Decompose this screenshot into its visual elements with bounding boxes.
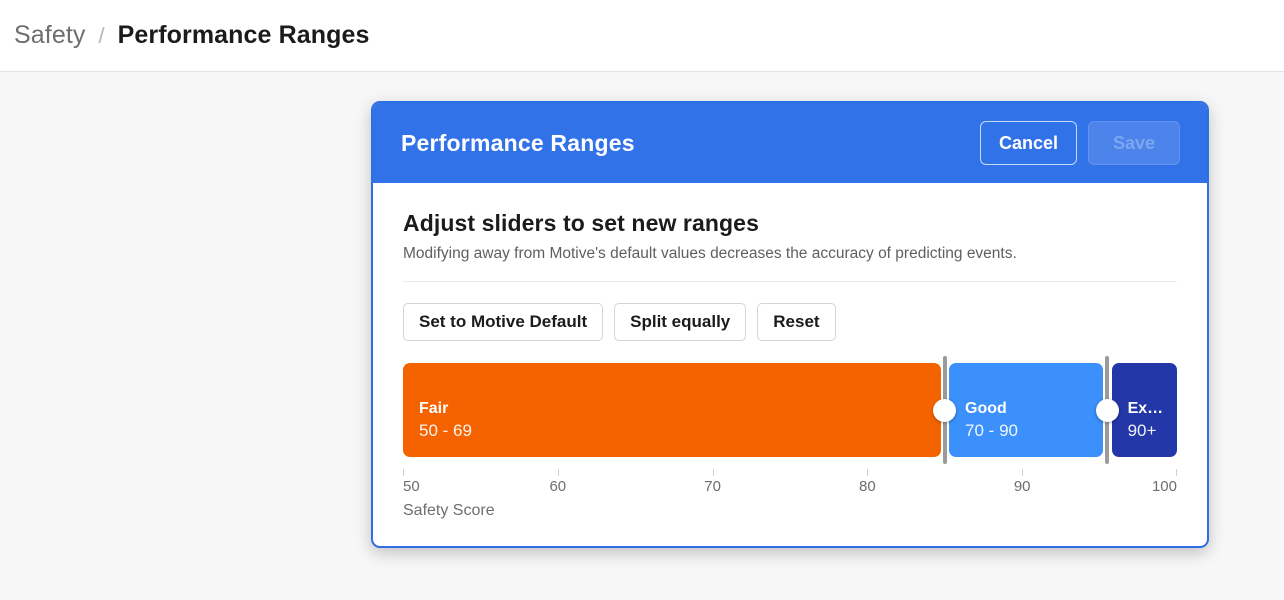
modal-header: Performance Ranges Cancel Save [373,103,1207,183]
reset-button[interactable]: Reset [757,303,835,341]
slider-axis: 50 60 70 80 90 100 [403,469,1177,497]
slider-handle-knob[interactable] [1096,399,1119,422]
axis-tick-label: 70 [704,478,721,495]
divider [403,281,1177,282]
segment-range: 50 - 69 [419,421,941,441]
section-subtext: Modifying away from Motive's default val… [403,245,1177,263]
slider-track: Fair 50 - 69 Good 70 - 90 Exc... 90+ [403,363,1177,457]
page-content: Performance Ranges Cancel Save Adjust sl… [0,72,1284,600]
cancel-button[interactable]: Cancel [980,121,1077,165]
axis-tick-label: 60 [549,478,566,495]
range-segment[interactable]: Fair 50 - 69 [403,363,941,457]
save-button: Save [1088,121,1180,165]
axis-tick-mark [1176,469,1177,476]
segment-range: 90+ [1128,421,1177,441]
range-segment[interactable]: Exc... 90+ [1112,363,1177,457]
breadcrumb-bar: Safety / Performance Ranges [0,0,1284,72]
range-slider[interactable]: Fair 50 - 69 Good 70 - 90 Exc... 90+ [403,363,1177,463]
axis-tick: 80 [867,469,868,476]
modal-title: Performance Ranges [401,130,969,157]
modal-body: Adjust sliders to set new ranges Modifyi… [373,183,1207,546]
axis-tick-mark [558,469,559,476]
axis-tick-mark [1022,469,1023,476]
axis-tick-label: 80 [859,478,876,495]
section-heading: Adjust sliders to set new ranges [403,210,1177,237]
axis-tick: 100 [1176,469,1177,476]
axis-tick: 70 [713,469,714,476]
axis-title: Safety Score [403,502,1177,520]
slider-handle[interactable] [1105,356,1109,464]
axis-tick-label: 50 [403,478,420,495]
segment-label: Good [965,400,1103,418]
segment-label: Fair [419,400,941,418]
breadcrumb: Safety / Performance Ranges [14,21,370,50]
split-equally-button[interactable]: Split equally [614,303,746,341]
preset-button-row: Set to Motive Default Split equally Rese… [403,303,1177,341]
set-to-motive-default-button[interactable]: Set to Motive Default [403,303,603,341]
segment-range: 70 - 90 [965,421,1103,441]
axis-tick: 50 [403,469,404,476]
axis-tick: 60 [558,469,559,476]
axis-tick-label: 100 [1152,478,1177,495]
axis-tick-mark [713,469,714,476]
breadcrumb-item-current: Performance Ranges [118,21,370,50]
axis-tick-mark [867,469,868,476]
axis-tick: 90 [1022,469,1023,476]
axis-tick-label: 90 [1014,478,1031,495]
breadcrumb-separator: / [98,23,104,49]
axis-tick-mark [403,469,404,476]
performance-ranges-modal: Performance Ranges Cancel Save Adjust sl… [371,101,1209,548]
segment-label: Exc... [1128,400,1177,418]
breadcrumb-item-safety[interactable]: Safety [14,21,85,50]
range-segment[interactable]: Good 70 - 90 [949,363,1103,457]
slider-handle-knob[interactable] [933,399,956,422]
slider-handle[interactable] [943,356,947,464]
